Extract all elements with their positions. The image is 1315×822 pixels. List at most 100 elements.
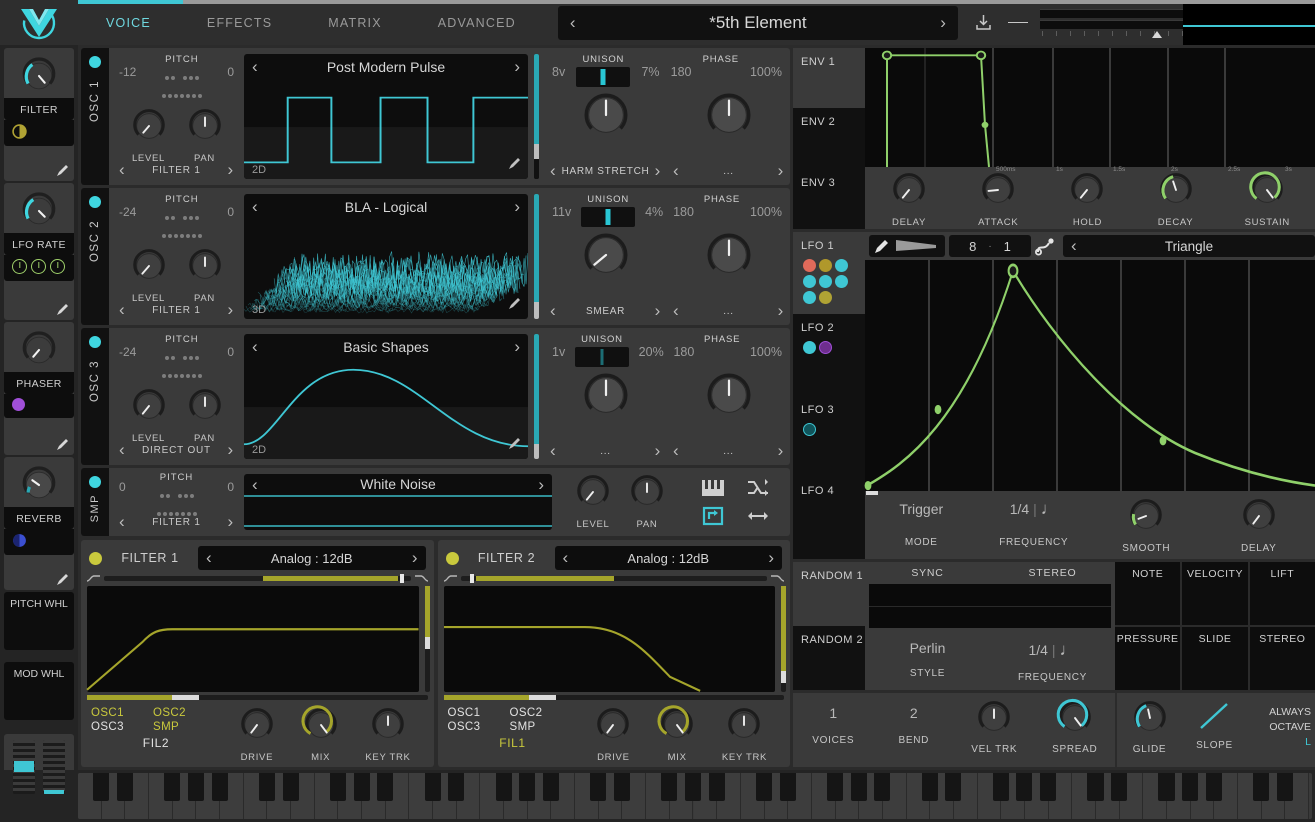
filter1-cutoff-slider[interactable] (104, 574, 411, 583)
osc1-wave-name[interactable]: Post Modern Pulse (258, 59, 515, 75)
osc1-phase-rand[interactable]: 100% (750, 54, 782, 79)
black-key[interactable] (1040, 773, 1057, 801)
save-icon[interactable] (974, 13, 994, 33)
osc2-smear-knob[interactable] (580, 229, 632, 281)
lfo-rate-mod-dots[interactable] (4, 255, 74, 281)
smp-tab[interactable]: SMP (81, 468, 109, 536)
osc2-dest-next[interactable]: › (228, 300, 234, 320)
filter1-cutoff-row[interactable] (81, 572, 434, 583)
filter2-keytrk[interactable]: KEY TRK (722, 706, 767, 763)
mpe-velocity[interactable]: VELOCITY (1182, 562, 1248, 625)
osc2-level[interactable]: LEVEL (130, 247, 168, 304)
osc1-unison-knob[interactable] (580, 89, 632, 141)
osc3-wave-name[interactable]: Basic Shapes (258, 339, 515, 355)
spread[interactable]: SPREAD (1035, 693, 1116, 767)
black-key[interactable] (377, 773, 394, 801)
osc1-mod2-selector[interactable]: ‹ ... › (667, 161, 790, 181)
osc3-level[interactable]: LEVEL (130, 387, 168, 444)
filter1-link[interactable]: FIL2 (91, 734, 221, 750)
lfo-rate-macro-knob[interactable] (4, 188, 74, 230)
osc1-tab[interactable]: OSC 1 (81, 48, 109, 185)
smp-dest-prev[interactable]: ‹ (119, 512, 125, 532)
env-tab-2[interactable]: ENV 2 (793, 108, 865, 169)
mod-source-lfo-rate[interactable]: LFO RATE (4, 183, 74, 320)
mod-source-phaser[interactable]: PHASER (4, 322, 74, 455)
piano-keyboard[interactable] (78, 773, 1312, 819)
osc1-mod1-next[interactable]: › (655, 161, 661, 181)
black-key[interactable] (329, 773, 346, 801)
env-sustain[interactable]: SUSTAIN (1245, 171, 1290, 228)
tab-voice[interactable]: VOICE (78, 0, 179, 45)
osc2-mod1-prev[interactable]: ‹ (550, 301, 556, 321)
black-key[interactable] (519, 773, 536, 801)
black-key[interactable] (93, 773, 110, 801)
glide[interactable]: GLIDE (1117, 693, 1182, 767)
keyboard-icon[interactable] (701, 479, 724, 496)
osc2-unison-detune[interactable]: 4% (645, 194, 663, 219)
filter2-src-osc3[interactable]: OSC3 (448, 720, 510, 734)
filter1-power-led[interactable] (89, 551, 102, 565)
reverb-mod-dots[interactable] (4, 529, 74, 555)
filter1-keytrk[interactable]: KEY TRK (365, 706, 410, 763)
env-attack[interactable]: ATTACK (978, 171, 1018, 228)
mod-source-filter[interactable]: FILTER (4, 48, 74, 181)
black-key[interactable] (542, 773, 560, 801)
pencil-icon[interactable] (55, 163, 69, 177)
mod-source-reverb[interactable]: REVERB (4, 457, 74, 590)
mpe-note[interactable]: NOTE (1115, 562, 1181, 625)
osc1-phase-knob[interactable] (703, 89, 755, 141)
voices-count[interactable]: 1 VOICES (793, 693, 874, 767)
black-key[interactable] (661, 773, 678, 801)
smp-sample-next[interactable]: › (538, 475, 544, 495)
osc3-tune[interactable]: 0 (227, 334, 234, 359)
osc3-mod2-selector[interactable]: ‹ ... › (667, 441, 790, 461)
filter2-power-led[interactable] (445, 551, 459, 565)
filter1-src-osc1[interactable]: OSC1 (91, 706, 153, 720)
osc3-mod1-prev[interactable]: ‹ (550, 441, 556, 461)
lfo-mode[interactable]: Trigger MODE (865, 495, 978, 548)
slope[interactable]: SLOPE (1182, 693, 1247, 767)
osc1-level[interactable]: LEVEL (130, 107, 168, 164)
osc2-tune[interactable]: 0 (227, 194, 234, 219)
random-graph[interactable] (869, 584, 1111, 628)
filter1-mix-bar[interactable] (87, 695, 428, 700)
black-key[interactable] (1111, 773, 1128, 801)
smp-sample-prev[interactable]: ‹ (252, 475, 258, 495)
black-key[interactable] (874, 773, 891, 801)
black-key[interactable] (945, 773, 962, 801)
pencil-icon[interactable] (55, 572, 69, 586)
filter2-src-osc1[interactable]: OSC1 (448, 706, 510, 720)
lfo-phase-handle[interactable] (866, 491, 878, 495)
black-key[interactable] (684, 773, 702, 801)
filter1-model-selector[interactable]: ‹ Analog : 12dB › (198, 546, 426, 570)
black-key[interactable] (187, 773, 204, 801)
filter1-mix[interactable]: MIX (301, 705, 340, 763)
black-key[interactable] (353, 773, 370, 801)
osc2-phase-deg[interactable]: 180 (673, 194, 694, 219)
pitch-bend-wheel[interactable] (13, 740, 35, 794)
filter1-src-osc2[interactable]: OSC2 (153, 706, 215, 720)
preset-name[interactable]: *5th Element (576, 13, 941, 33)
black-key[interactable] (827, 773, 844, 801)
black-key[interactable] (992, 773, 1009, 801)
osc1-mod2-next[interactable]: › (778, 161, 784, 181)
random-style[interactable]: Perlin STYLE (865, 628, 990, 690)
filter-macro-knob[interactable] (4, 53, 74, 95)
octave-value[interactable]: L (1247, 735, 1311, 750)
black-key[interactable] (211, 773, 228, 801)
random-sync-label[interactable]: SYNC (865, 562, 990, 584)
mod-wheel-dots[interactable] (4, 686, 74, 720)
filter2-link[interactable]: FIL1 (448, 734, 578, 750)
osc3-mod2-next[interactable]: › (778, 441, 784, 461)
smp-level[interactable]: LEVEL (574, 473, 612, 536)
osc3-pitch-dots[interactable] (161, 347, 203, 383)
filter2-response-graph[interactable] (443, 586, 775, 692)
osc1-tune[interactable]: 0 (227, 54, 234, 79)
black-key[interactable] (164, 773, 181, 801)
smp-dest-next[interactable]: › (228, 512, 234, 532)
env-decay[interactable]: DECAY (1157, 171, 1195, 228)
osc3-phase-rand[interactable]: 100% (750, 334, 782, 359)
black-key[interactable] (779, 773, 796, 801)
pitch-wheel-source[interactable]: PITCH WHL (4, 592, 74, 660)
black-key[interactable] (921, 773, 938, 801)
